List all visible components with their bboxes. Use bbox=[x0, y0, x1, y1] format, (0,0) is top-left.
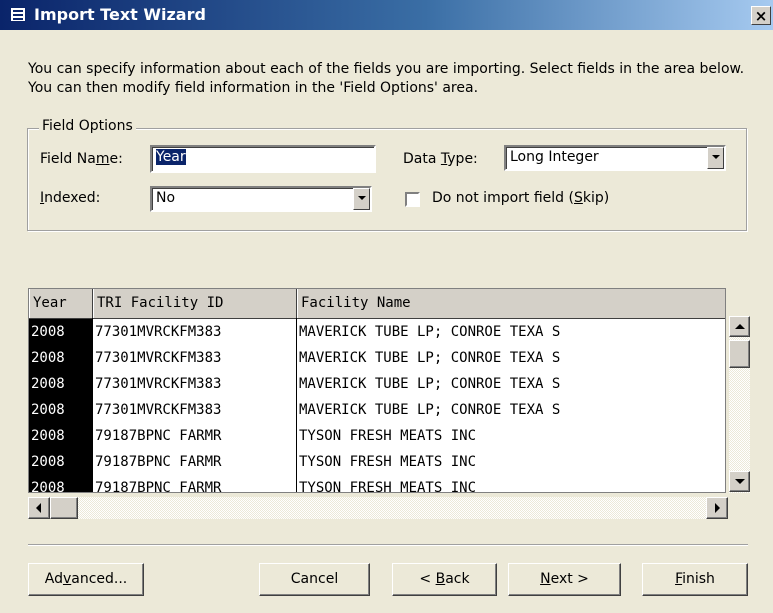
facility-name-cell: MAVERICK TUBE LP; CONROE TEXA S bbox=[299, 376, 561, 392]
advanced-button[interactable]: Advanced... bbox=[28, 563, 144, 596]
year-cell: 2008 bbox=[29, 345, 92, 371]
back-button[interactable]: < Back bbox=[392, 563, 497, 596]
tri-id-cell: 79187BPNC FARMR bbox=[95, 480, 222, 493]
column-header-year[interactable]: Year bbox=[29, 289, 93, 318]
scroll-right-button[interactable] bbox=[706, 497, 728, 519]
field-name-input[interactable]: Year bbox=[150, 145, 376, 173]
table-row[interactable]: 2008 77301MVRCKFM383 MAVERICK TUBE LP; C… bbox=[29, 371, 725, 397]
field-options-group bbox=[27, 128, 747, 231]
facility-name-cell: TYSON FRESH MEATS INC bbox=[299, 454, 477, 470]
skip-field-checkbox[interactable] bbox=[405, 192, 420, 207]
year-cell: 2008 bbox=[29, 475, 92, 492]
facility-name-cell: MAVERICK TUBE LP; CONROE TEXA S bbox=[299, 402, 561, 418]
table-row[interactable]: 2008 77301MVRCKFM383 MAVERICK TUBE LP; C… bbox=[29, 397, 725, 423]
intro-text: You can specify information about each o… bbox=[28, 61, 745, 96]
scroll-up-button[interactable] bbox=[729, 316, 750, 337]
next-button[interactable]: Next > bbox=[508, 563, 621, 596]
table-row[interactable]: 2008 77301MVRCKFM383 MAVERICK TUBE LP; C… bbox=[29, 319, 725, 345]
year-cell: 2008 bbox=[29, 449, 92, 475]
data-type-label: Data Type: bbox=[403, 151, 478, 167]
scroll-left-button[interactable] bbox=[28, 497, 50, 519]
facility-name-cell: MAVERICK TUBE LP; CONROE TEXA S bbox=[299, 324, 561, 340]
indexed-select[interactable]: No bbox=[150, 186, 372, 212]
indexed-value: No bbox=[156, 190, 176, 206]
tri-id-cell: 79187BPNC FARMR bbox=[95, 428, 222, 444]
table-row[interactable]: 2008 79187BPNC FARMR TYSON FRESH MEATS I… bbox=[29, 423, 725, 449]
arrow-right-icon bbox=[715, 503, 720, 513]
chevron-down-icon[interactable] bbox=[707, 147, 724, 169]
tri-id-cell: 77301MVRCKFM383 bbox=[95, 376, 222, 392]
indexed-label: Indexed: bbox=[40, 190, 101, 206]
year-cell: 2008 bbox=[29, 371, 92, 397]
arrow-down-icon bbox=[735, 479, 745, 484]
chevron-down-icon[interactable] bbox=[353, 188, 370, 210]
column-header-facility-name[interactable]: Facility Name bbox=[297, 289, 725, 318]
arrow-up-icon bbox=[735, 324, 745, 329]
skip-field-label: Do not import field (Skip) bbox=[432, 190, 610, 206]
tri-id-cell: 79187BPNC FARMR bbox=[95, 454, 222, 470]
table-icon bbox=[10, 7, 26, 22]
facility-name-cell: TYSON FRESH MEATS INC bbox=[299, 480, 477, 493]
close-button[interactable]: × bbox=[751, 6, 771, 25]
data-type-value: Long Integer bbox=[510, 149, 599, 165]
year-cell: 2008 bbox=[29, 423, 92, 449]
table-row[interactable]: 2008 77301MVRCKFM383 MAVERICK TUBE LP; C… bbox=[29, 345, 725, 371]
title-bar: Import Text Wizard × bbox=[0, 0, 773, 30]
separator bbox=[28, 544, 748, 546]
grid-header: Year TRI Facility ID Facility Name bbox=[29, 289, 725, 319]
arrow-left-icon bbox=[36, 503, 41, 513]
facility-name-cell: MAVERICK TUBE LP; CONROE TEXA S bbox=[299, 350, 561, 366]
window-title: Import Text Wizard bbox=[34, 5, 206, 24]
table-row[interactable]: 2008 79187BPNC FARMR TYSON FRESH MEATS I… bbox=[29, 475, 725, 493]
year-cell: 2008 bbox=[29, 397, 92, 423]
tri-id-cell: 77301MVRCKFM383 bbox=[95, 350, 222, 366]
tri-id-cell: 77301MVRCKFM383 bbox=[95, 324, 222, 340]
scroll-down-button[interactable] bbox=[729, 471, 750, 492]
horizontal-scroll-thumb[interactable] bbox=[50, 497, 78, 519]
column-header-tri-facility-id[interactable]: TRI Facility ID bbox=[93, 289, 297, 318]
vertical-scroll-thumb[interactable] bbox=[729, 340, 750, 368]
tri-id-cell: 77301MVRCKFM383 bbox=[95, 402, 222, 418]
data-type-select[interactable]: Long Integer bbox=[504, 145, 726, 171]
year-cell: 2008 bbox=[29, 319, 92, 345]
field-name-label: Field Name: bbox=[40, 151, 123, 167]
cancel-button[interactable]: Cancel bbox=[259, 563, 370, 596]
field-preview-grid[interactable]: Year TRI Facility ID Facility Name 2008 … bbox=[28, 288, 726, 493]
table-row[interactable]: 2008 79187BPNC FARMR TYSON FRESH MEATS I… bbox=[29, 449, 725, 475]
field-name-value: Year bbox=[156, 149, 186, 165]
horizontal-scrollbar[interactable] bbox=[28, 497, 728, 519]
facility-name-cell: TYSON FRESH MEATS INC bbox=[299, 428, 477, 444]
field-options-legend: Field Options bbox=[39, 118, 136, 134]
finish-button[interactable]: Finish bbox=[642, 563, 748, 596]
